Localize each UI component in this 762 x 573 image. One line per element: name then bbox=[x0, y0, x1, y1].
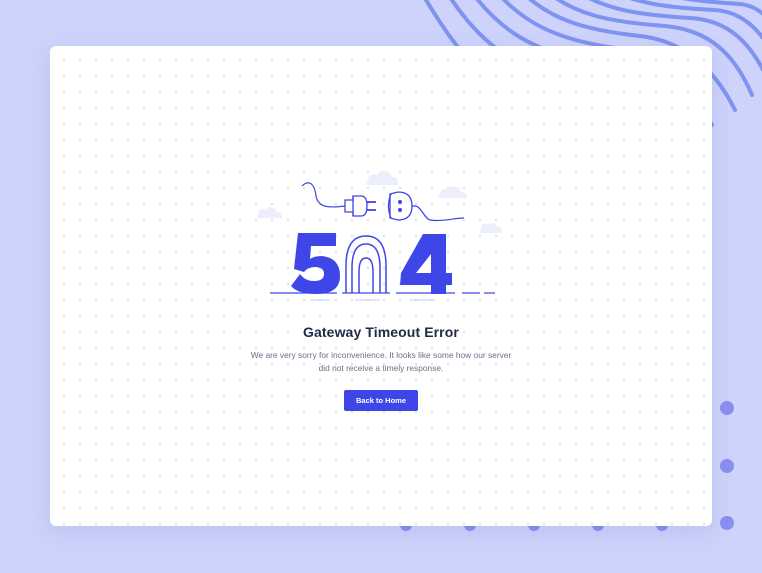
digit-five bbox=[291, 233, 340, 294]
error-message-line: We are very sorry for inconvenience. It … bbox=[250, 350, 512, 360]
socket-icon bbox=[387, 191, 416, 221]
error-message-line: did not receive a timely response. bbox=[318, 363, 444, 373]
plug-icon bbox=[344, 195, 376, 217]
error-message: We are very sorry for inconvenience. It … bbox=[231, 349, 531, 375]
digit-zero bbox=[345, 235, 387, 293]
page-title: Gateway Timeout Error bbox=[303, 324, 459, 340]
back-to-home-button[interactable]: Back to Home bbox=[344, 390, 418, 411]
cloud-icon bbox=[257, 170, 502, 233]
error-504-illustration bbox=[257, 170, 502, 301]
error-card: Gateway Timeout Error We are very sorry … bbox=[50, 46, 712, 526]
digit-four bbox=[400, 234, 452, 294]
